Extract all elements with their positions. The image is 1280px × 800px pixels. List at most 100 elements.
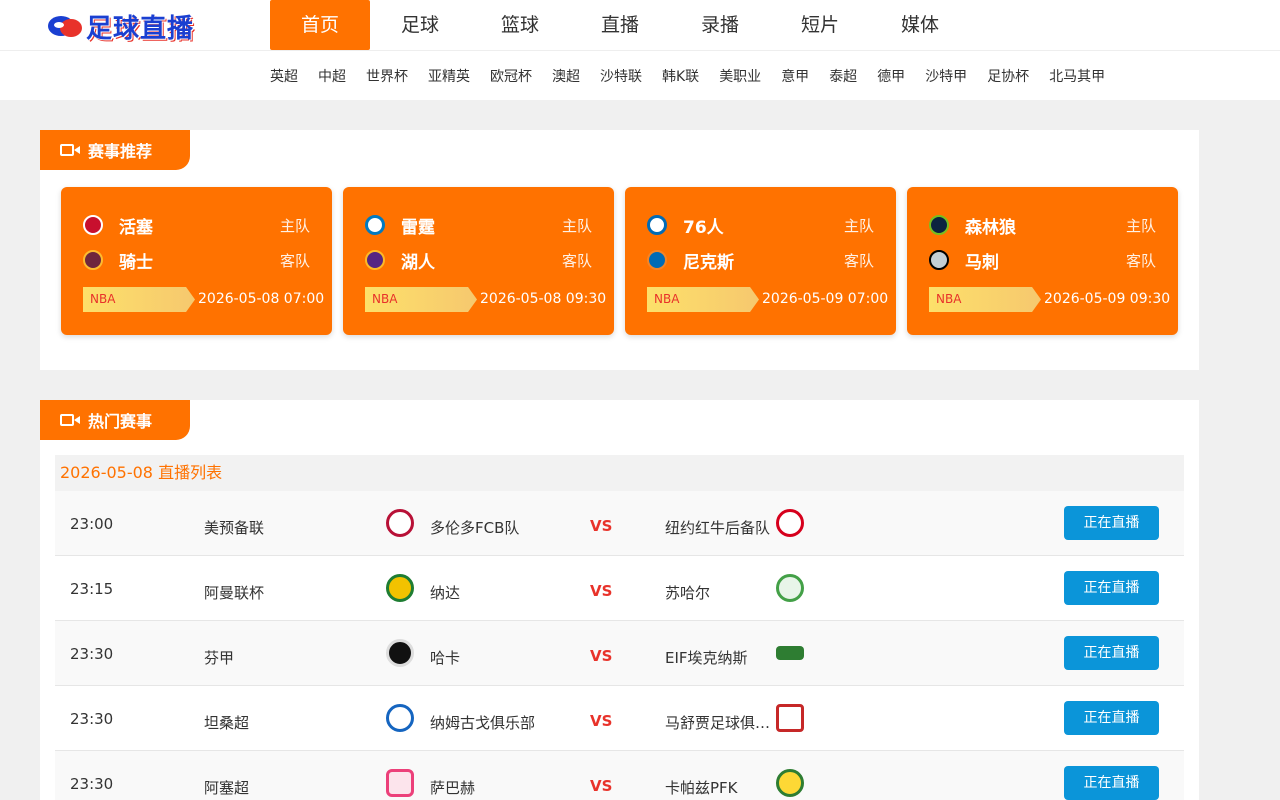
- match-row: 23:00 美预备联 多伦多FCB队 VS 纽约红牛后备队 正在直播: [55, 491, 1184, 556]
- league-badge: NBA: [647, 287, 759, 312]
- live-button[interactable]: 正在直播: [1064, 636, 1159, 670]
- match-time: 23:30: [70, 710, 114, 728]
- subnav-item[interactable]: 北马其甲: [1049, 66, 1105, 86]
- subnav-item[interactable]: 美职业: [719, 66, 761, 86]
- live-button[interactable]: 正在直播: [1064, 766, 1159, 800]
- live-button[interactable]: 正在直播: [1064, 506, 1159, 540]
- league-name: 坦桑超: [204, 714, 250, 732]
- live-button[interactable]: 正在直播: [1064, 701, 1159, 735]
- subnav-item[interactable]: 英超: [270, 66, 298, 86]
- vs-label: VS: [590, 517, 613, 535]
- away-team-name: 苏哈尔: [665, 584, 711, 602]
- away-team-logo-icon: [776, 509, 804, 537]
- match-card[interactable]: 活塞 主队 骑士 客队 NBA 2026-05-08 07:00: [61, 187, 332, 335]
- league-name: 阿塞超: [204, 779, 250, 797]
- team-logo-icon: [929, 215, 949, 235]
- ball-logo-icon: [46, 10, 86, 42]
- nav-home[interactable]: 首页: [270, 0, 370, 50]
- nav-clips[interactable]: 短片: [770, 0, 870, 50]
- subnav-item[interactable]: 韩K联: [662, 66, 699, 86]
- home-label: 主队: [279, 216, 310, 235]
- league-badge: NBA: [929, 287, 1041, 312]
- match-row: 23:30 阿塞超 萨巴赫 VS 卡帕兹PFK 正在直播: [55, 751, 1184, 800]
- home-team-logo-icon: [386, 639, 414, 667]
- home-team-name: 纳姆古戈俱乐部: [430, 714, 536, 732]
- home-team-name: 活塞: [119, 217, 153, 238]
- match-time: 23:00: [70, 515, 114, 533]
- subnav-item[interactable]: 沙特甲: [925, 66, 967, 86]
- home-team-logo-icon: [386, 509, 414, 537]
- home-team-name: 雷霆: [401, 217, 435, 238]
- vs-label: VS: [590, 582, 613, 600]
- home-team-name: 76人: [683, 217, 724, 238]
- league-subnav: 英超 中超 世界杯 亚精英 欧冠杯 澳超 沙特联 韩K联 美职业 意甲 泰超 德…: [270, 51, 1125, 101]
- match-card[interactable]: 雷霆 主队 湖人 客队 NBA 2026-05-08 09:30: [343, 187, 614, 335]
- away-team-name: 马舒贾足球俱乐部: [665, 714, 771, 732]
- home-label: 主队: [561, 216, 592, 235]
- subnav-item[interactable]: 泰超: [829, 66, 857, 86]
- main-nav: 首页 足球 篮球 直播 录播 短片 媒体: [270, 0, 970, 50]
- away-label: 客队: [843, 251, 874, 270]
- match-card[interactable]: 76人 主队 尼克斯 客队 NBA 2026-05-09 07:00: [625, 187, 896, 335]
- match-time: 23:15: [70, 580, 114, 598]
- match-card[interactable]: 森林狼 主队 马刺 客队 NBA 2026-05-09 09:30: [907, 187, 1178, 335]
- league-name: 芬甲: [204, 649, 235, 667]
- match-time: 2026-05-09 07:00: [762, 291, 889, 307]
- away-team-name: 纽约红牛后备队: [665, 519, 771, 537]
- away-label: 客队: [279, 251, 310, 270]
- home-team-logo-icon: [386, 769, 414, 797]
- away-team-name: 尼克斯: [683, 252, 734, 273]
- match-time: 23:30: [70, 645, 114, 663]
- team-logo-icon: [83, 215, 103, 235]
- video-camera-icon: [60, 143, 82, 157]
- site-logo[interactable]: 足球直播: [46, 8, 210, 44]
- team-logo-icon: [365, 215, 385, 235]
- video-camera-icon: [60, 413, 82, 427]
- nav-replay[interactable]: 录播: [670, 0, 770, 50]
- home-team-name: 哈卡: [430, 649, 461, 667]
- vs-label: VS: [590, 647, 613, 665]
- subnav-item[interactable]: 欧冠杯: [490, 66, 532, 86]
- subnav-item[interactable]: 澳超: [552, 66, 580, 86]
- match-time: 2026-05-09 09:30: [1044, 291, 1171, 307]
- team-logo-icon: [83, 250, 103, 270]
- away-team-name: 骑士: [119, 252, 153, 273]
- section-tab: 赛事推荐: [40, 130, 190, 170]
- home-team-logo-icon: [386, 574, 414, 602]
- home-label: 主队: [843, 216, 874, 235]
- away-team-logo-icon: [776, 704, 804, 732]
- nav-media[interactable]: 媒体: [870, 0, 970, 50]
- league-badge: NBA: [365, 287, 477, 312]
- away-team-name: 卡帕兹PFK: [665, 779, 738, 797]
- home-team-name: 森林狼: [965, 217, 1016, 238]
- subnav-item[interactable]: 中超: [318, 66, 346, 86]
- nav-football[interactable]: 足球: [370, 0, 470, 50]
- home-team-name: 纳达: [430, 584, 461, 602]
- nav-live[interactable]: 直播: [570, 0, 670, 50]
- subnav-item[interactable]: 沙特联: [600, 66, 642, 86]
- subnav-item[interactable]: 足协杯: [987, 66, 1029, 86]
- recommended-section: 赛事推荐 活塞 主队 骑士 客队 NBA 2026-05-08 07:00 雷霆 主队…: [40, 130, 1199, 370]
- vs-label: VS: [590, 712, 613, 730]
- subnav-item[interactable]: 意甲: [781, 66, 809, 86]
- subnav-item[interactable]: 世界杯: [366, 66, 408, 86]
- match-row: 23:15 阿曼联杯 纳达 VS 苏哈尔 正在直播: [55, 556, 1184, 621]
- away-team-logo-icon: [776, 646, 804, 660]
- nav-basketball[interactable]: 篮球: [470, 0, 570, 50]
- match-time: 2026-05-08 07:00: [198, 291, 325, 307]
- live-button[interactable]: 正在直播: [1064, 571, 1159, 605]
- match-row: 23:30 芬甲 哈卡 VS EIF埃克纳斯 正在直播: [55, 621, 1184, 686]
- subnav-item[interactable]: 德甲: [877, 66, 905, 86]
- league-name: 美预备联: [204, 519, 265, 537]
- home-team-name: 多伦多FCB队: [430, 519, 520, 537]
- match-list: 23:00 美预备联 多伦多FCB队 VS 纽约红牛后备队 正在直播 23:15…: [55, 491, 1184, 800]
- logo-text: 足球直播: [86, 13, 195, 44]
- subnav-item[interactable]: 亚精英: [428, 66, 470, 86]
- top-header: 足球直播 首页 足球 篮球 直播 录播 短片 媒体: [0, 0, 1280, 50]
- match-row: 23:30 坦桑超 纳姆古戈俱乐部 VS 马舒贾足球俱乐部 正在直播: [55, 686, 1184, 751]
- away-team-name: EIF埃克纳斯: [665, 649, 748, 667]
- hot-matches-section: 热门赛事 2026-05-08 直播列表 23:00 美预备联 多伦多FCB队 …: [40, 400, 1199, 800]
- away-label: 客队: [1125, 251, 1156, 270]
- league-subnav-bar: 英超 中超 世界杯 亚精英 欧冠杯 澳超 沙特联 韩K联 美职业 意甲 泰超 德…: [0, 50, 1280, 100]
- date-header: 2026-05-08 直播列表: [55, 455, 1184, 491]
